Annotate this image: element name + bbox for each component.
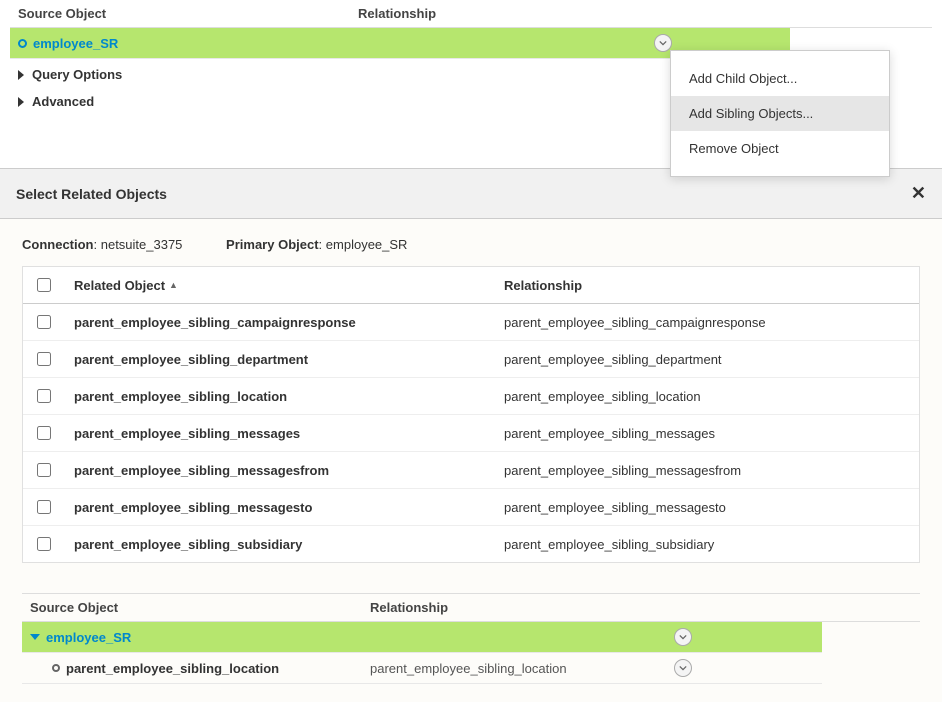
sort-ascending-icon: ▲ [169, 280, 178, 290]
tree-child-relationship: parent_employee_sibling_location [370, 661, 567, 676]
table-row[interactable]: parent_employee_sibling_departmentparent… [23, 341, 919, 378]
row-checkbox[interactable] [37, 537, 51, 551]
query-options-label: Query Options [32, 67, 122, 82]
table-row[interactable]: parent_employee_sibling_messagestoparent… [23, 489, 919, 526]
relationship-cell: parent_employee_sibling_subsidiary [494, 526, 919, 562]
primary-label: Primary Object [226, 237, 319, 252]
caret-right-icon [18, 97, 24, 107]
tree-header: Source Object Relationship [10, 0, 932, 28]
related-object-cell: parent_employee_sibling_department [64, 341, 494, 377]
row-checkbox[interactable] [37, 352, 51, 366]
chevron-down-icon [659, 39, 667, 47]
table-row[interactable]: parent_employee_sibling_locationparent_e… [23, 378, 919, 415]
row-checkbox[interactable] [37, 500, 51, 514]
row-checkbox-cell [23, 304, 64, 340]
tree-child-name: parent_employee_sibling_location [66, 661, 279, 676]
row-checkbox[interactable] [37, 389, 51, 403]
related-object-cell: parent_employee_sibling_campaignresponse [64, 304, 494, 340]
primary-value: employee_SR [326, 237, 408, 252]
select-related-objects-dialog: Select Related Objects ✕ Connection: net… [0, 168, 942, 702]
grid-body: parent_employee_sibling_campaignresponse… [23, 304, 919, 562]
dialog-body: Connection: netsuite_3375 Primary Object… [0, 219, 942, 702]
connection-label: Connection [22, 237, 94, 252]
tree-root-name: employee_SR [46, 630, 131, 645]
row-checkbox[interactable] [37, 426, 51, 440]
related-object-cell: parent_employee_sibling_messagesto [64, 489, 494, 525]
row-checkbox[interactable] [37, 315, 51, 329]
relationship-cell: parent_employee_sibling_messagesto [494, 489, 919, 525]
table-row[interactable]: parent_employee_sibling_messagesfrompare… [23, 452, 919, 489]
dialog-title: Select Related Objects [16, 186, 167, 202]
related-object-header-label: Related Object [74, 278, 165, 293]
row-checkbox-cell [23, 526, 64, 562]
relationship-cell: parent_employee_sibling_messages [494, 415, 919, 451]
chevron-down-icon [679, 633, 687, 641]
col-source-header: Source Object [18, 6, 358, 21]
row-actions-button[interactable] [674, 628, 692, 646]
related-object-cell: parent_employee_sibling_messagesfrom [64, 452, 494, 488]
menu-add-sibling[interactable]: Add Sibling Objects... [671, 96, 889, 131]
relationship-cell: parent_employee_sibling_location [494, 378, 919, 414]
relationship-cell: parent_employee_sibling_messagesfrom [494, 452, 919, 488]
caret-down-icon [30, 634, 40, 640]
selected-objects-tree: Source Object Relationship employee_SR [22, 593, 920, 684]
row-checkbox-cell [23, 341, 64, 377]
source-object-name: employee_SR [33, 36, 118, 51]
node-collapsed-icon [18, 39, 27, 48]
row-checkbox-cell [23, 489, 64, 525]
select-all-checkbox[interactable] [37, 278, 51, 292]
row-checkbox[interactable] [37, 463, 51, 477]
leaf-node-icon [52, 664, 60, 672]
row-checkbox-cell [23, 378, 64, 414]
context-menu: Add Child Object... Add Sibling Objects.… [670, 50, 890, 177]
row-actions-button[interactable] [674, 659, 692, 677]
col-relationship-header[interactable]: Relationship [494, 267, 919, 303]
row-checkbox-cell [23, 415, 64, 451]
advanced-label: Advanced [32, 94, 94, 109]
table-row[interactable]: parent_employee_sibling_subsidiaryparent… [23, 526, 919, 562]
col-relationship-header: Relationship [358, 6, 924, 21]
related-objects-grid: Related Object ▲ Relationship parent_emp… [22, 266, 920, 563]
related-object-cell: parent_employee_sibling_messages [64, 415, 494, 451]
menu-remove-object[interactable]: Remove Object [671, 131, 889, 166]
tree-root-row[interactable]: employee_SR [22, 622, 822, 653]
col-relationship-header: Relationship [370, 600, 912, 615]
table-row[interactable]: parent_employee_sibling_messagesparent_e… [23, 415, 919, 452]
select-all-cell [23, 267, 64, 303]
col-related-object-header[interactable]: Related Object ▲ [64, 267, 494, 303]
relationship-cell: parent_employee_sibling_campaignresponse [494, 304, 919, 340]
col-source-header: Source Object [30, 600, 370, 615]
chevron-down-icon [679, 664, 687, 672]
menu-add-child[interactable]: Add Child Object... [671, 61, 889, 96]
related-object-cell: parent_employee_sibling_subsidiary [64, 526, 494, 562]
connection-value: netsuite_3375 [101, 237, 183, 252]
relationship-cell: parent_employee_sibling_department [494, 341, 919, 377]
dialog-close-button[interactable]: ✕ [911, 183, 926, 204]
grid-header: Related Object ▲ Relationship [23, 267, 919, 304]
tree-header: Source Object Relationship [22, 593, 920, 622]
row-checkbox-cell [23, 452, 64, 488]
table-row[interactable]: parent_employee_sibling_campaignresponse… [23, 304, 919, 341]
dialog-meta: Connection: netsuite_3375 Primary Object… [22, 237, 920, 252]
caret-right-icon [18, 70, 24, 80]
source-object-panel: Source Object Relationship employee_SR Q… [0, 0, 942, 113]
related-object-cell: parent_employee_sibling_location [64, 378, 494, 414]
